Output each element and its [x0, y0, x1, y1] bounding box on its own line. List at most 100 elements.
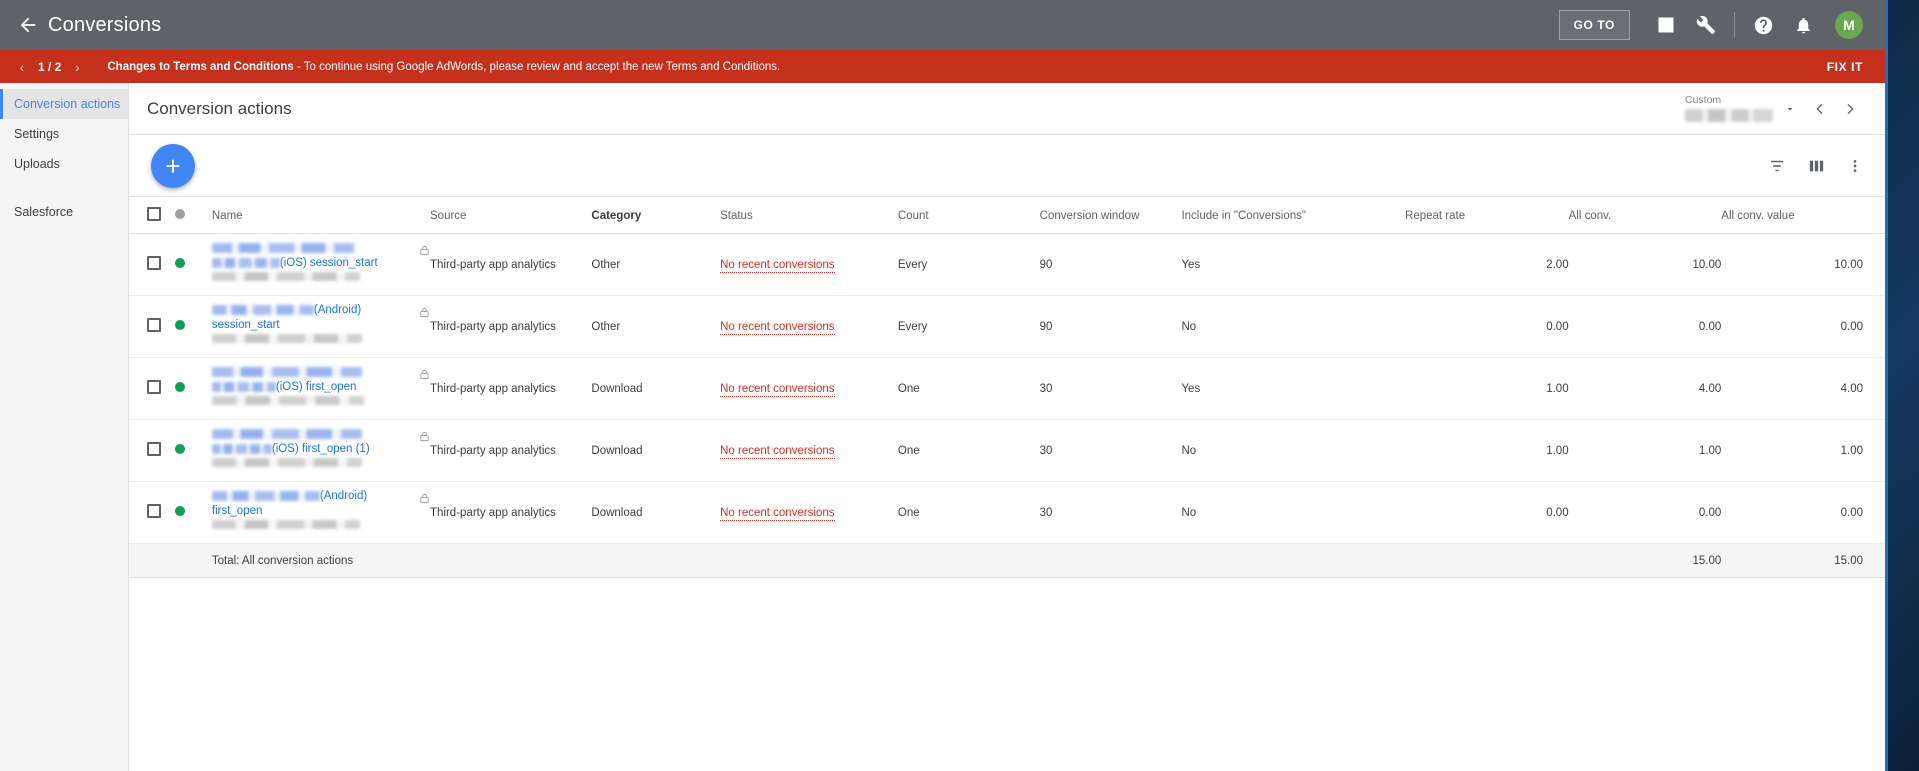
name-redacted-line-1	[211, 366, 413, 379]
banner-prev-icon[interactable]: ‹	[12, 54, 32, 80]
table-row[interactable]: (iOS) first_open Third-party app analyti…	[129, 357, 1885, 420]
sidebar-item-label: Uploads	[14, 157, 60, 171]
row-select-cell	[129, 233, 175, 296]
row-conversion-window: 30	[1039, 481, 1182, 544]
sidebar-item-settings[interactable]: Settings	[0, 119, 128, 149]
name-link-line-2: first_open	[212, 505, 413, 518]
row-conversion-window: 90	[1039, 295, 1182, 358]
banner-separator: -	[293, 60, 304, 73]
status-dot-icon	[174, 209, 185, 219]
conversion-action-link-2[interactable]: first_open	[212, 505, 263, 517]
name-link-line: (iOS) session_start	[211, 257, 413, 270]
row-checkbox[interactable]	[147, 504, 161, 518]
row-category: Other	[591, 233, 721, 296]
row-checkbox[interactable]	[147, 442, 161, 456]
name-link-line: (iOS) first_open (1)	[211, 443, 413, 456]
name-redacted-line-1	[211, 428, 413, 441]
header-source[interactable]: Source	[430, 197, 592, 234]
status-badge[interactable]: No recent conversions	[720, 258, 835, 273]
header-repeat-rate[interactable]: Repeat rate	[1405, 197, 1569, 234]
row-checkbox[interactable]	[147, 318, 161, 332]
header-include-in-conversions[interactable]: Include in "Conversions"	[1181, 197, 1406, 234]
conversion-action-link[interactable]: (iOS) first_open (1)	[272, 443, 370, 455]
row-name-cell: (iOS) first_open	[211, 357, 430, 420]
sidebar-item-conversion-actions[interactable]: Conversion actions	[0, 89, 128, 119]
reports-bar-chart-icon[interactable]	[1646, 0, 1686, 50]
total-spacer-3	[591, 543, 721, 578]
name-wrapper: (iOS) first_open	[211, 366, 430, 411]
filter-icon[interactable]	[1768, 157, 1786, 175]
total-all-conv-value: 15.00	[1721, 543, 1885, 578]
row-include-in-conversions: Yes	[1181, 233, 1406, 296]
redacted-text	[211, 428, 362, 439]
header-category[interactable]: Category	[591, 197, 721, 234]
sidebar-item-salesforce[interactable]: Salesforce	[0, 197, 128, 227]
table-row[interactable]: (iOS) session_start Third-party app anal…	[129, 233, 1885, 296]
header-all-conv-value[interactable]: All conv. value	[1721, 197, 1885, 234]
status-badge[interactable]: No recent conversions	[720, 506, 835, 521]
fix-it-button[interactable]: FIX IT	[1827, 60, 1863, 74]
row-count: Every	[897, 233, 1040, 296]
header-count[interactable]: Count	[897, 197, 1040, 234]
date-range-picker[interactable]: Custom	[1685, 94, 1863, 124]
columns-icon[interactable]	[1808, 158, 1825, 174]
header-status-dot	[174, 197, 212, 234]
total-all-conv: 15.00	[1568, 543, 1722, 578]
table-empty-space	[129, 578, 1885, 758]
help-icon[interactable]	[1743, 0, 1783, 50]
select-all-checkbox[interactable]	[147, 207, 161, 221]
app-bar: Conversions GO TO M	[0, 0, 1885, 50]
page-title: Conversion actions	[147, 98, 292, 118]
table-row[interactable]: (Android) first_open Third-party app ana…	[129, 481, 1885, 544]
banner-body: To continue using Google AdWords, please…	[303, 60, 781, 73]
row-count: One	[897, 481, 1040, 544]
terms-notification-banner: ‹ 1 / 2 › Changes to Terms and Condition…	[0, 50, 1885, 83]
redacted-text	[211, 381, 276, 392]
redacted-text	[211, 242, 354, 253]
row-include-in-conversions: No	[1181, 419, 1406, 482]
chevron-right-icon[interactable]	[1837, 94, 1863, 124]
table-row[interactable]: (iOS) first_open (1) Third-party app ana…	[129, 419, 1885, 482]
status-badge[interactable]: No recent conversions	[720, 444, 835, 459]
header-conversion-window[interactable]: Conversion window	[1039, 197, 1182, 234]
name-redacted-line-3	[211, 272, 413, 285]
toolbar-actions	[1768, 157, 1863, 175]
conversion-action-link[interactable]: (Android)	[320, 490, 367, 502]
date-range-value-block[interactable]: Custom	[1685, 94, 1773, 124]
total-spacer-4	[720, 543, 898, 578]
sidebar-item-uploads[interactable]: Uploads	[0, 149, 128, 179]
table-body: (iOS) session_start Third-party app anal…	[129, 233, 1885, 578]
conversion-action-link-2[interactable]: session_start	[212, 319, 280, 331]
more-vert-icon[interactable]	[1847, 158, 1863, 174]
notifications-bell-icon[interactable]	[1783, 0, 1823, 50]
chevron-left-icon[interactable]	[1807, 94, 1833, 124]
header-status[interactable]: Status	[720, 197, 898, 234]
row-status-cell: No recent conversions	[720, 419, 898, 482]
go-to-button[interactable]: GO TO	[1558, 10, 1630, 40]
add-conversion-action-button[interactable]: +	[151, 143, 195, 188]
status-badge[interactable]: No recent conversions	[720, 320, 835, 335]
conversion-action-link[interactable]: (iOS) session_start	[280, 257, 378, 269]
table-row[interactable]: (Android) session_start Third-party app …	[129, 295, 1885, 358]
conversion-action-link[interactable]: (Android)	[314, 304, 361, 316]
row-checkbox[interactable]	[147, 256, 161, 270]
status-badge[interactable]: No recent conversions	[720, 382, 835, 397]
total-spacer-5	[897, 543, 1040, 578]
total-spacer-6	[1039, 543, 1182, 578]
conversion-action-link[interactable]: (iOS) first_open	[276, 381, 357, 393]
avatar[interactable]: M	[1835, 11, 1863, 39]
name-redacted-line-3	[211, 334, 413, 347]
lock-icon	[419, 244, 430, 260]
banner-title: Changes to Terms and Conditions	[107, 60, 294, 73]
row-all-conv-value: 0.00	[1721, 295, 1885, 358]
banner-next-icon[interactable]: ›	[67, 54, 87, 80]
status-active-dot-icon	[174, 320, 185, 330]
row-status-dot-cell	[174, 481, 212, 544]
header-name[interactable]: Name	[211, 197, 430, 234]
banner-pager: ‹ 1 / 2 ›	[12, 54, 87, 80]
tools-wrench-icon[interactable]	[1686, 0, 1726, 50]
status-active-dot-icon	[174, 444, 185, 454]
chevron-down-icon[interactable]	[1777, 94, 1803, 124]
row-checkbox[interactable]	[147, 380, 161, 394]
header-all-conv[interactable]: All conv.	[1568, 197, 1722, 234]
